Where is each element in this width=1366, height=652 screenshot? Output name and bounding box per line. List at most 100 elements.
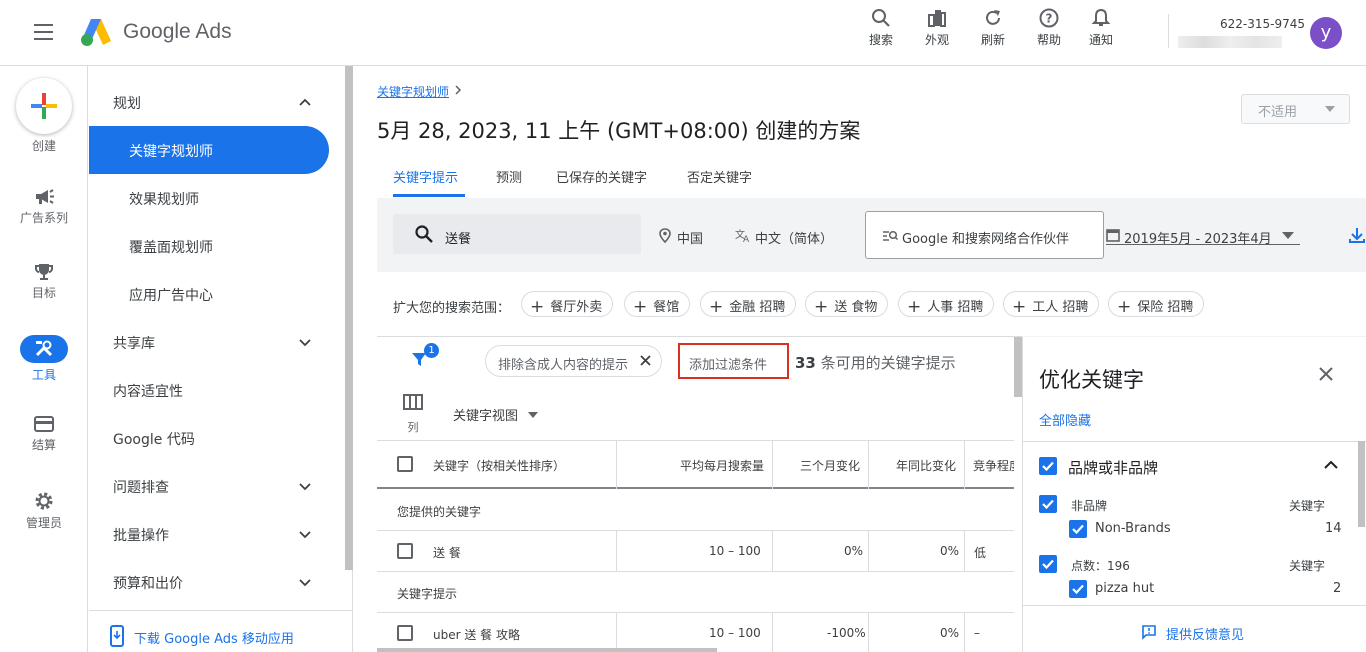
nav-item-reach-planner[interactable]: 覆盖面规划师 [129, 237, 213, 257]
main-vertical-scrollbar[interactable] [1014, 337, 1022, 397]
expand-chip[interactable]: + 餐厅外卖 [521, 291, 614, 317]
table-horizontal-scrollbar[interactable] [377, 648, 717, 652]
pizza-hut-checkbox[interactable] [1069, 580, 1087, 598]
breadcrumb[interactable]: 关键字规划师 [377, 83, 449, 100]
help-tool-button[interactable]: ? 帮助 [1027, 8, 1071, 48]
checkmark-icon [1072, 584, 1084, 595]
app-name: Google Ads [123, 20, 232, 43]
download-icon[interactable] [1348, 226, 1366, 244]
row-checkbox[interactable] [397, 543, 413, 559]
chevron-down-icon[interactable] [299, 337, 311, 349]
column-divider [772, 613, 773, 652]
trophy-icon [35, 264, 53, 280]
column-header-three-month-change[interactable]: 三个月变化 [800, 457, 860, 474]
exclude-adult-filter-chip[interactable]: 排除含成人内容的提示 [485, 345, 662, 377]
dropdown-arrow-icon [528, 412, 539, 418]
columns-button[interactable]: 列 [403, 394, 423, 435]
table-row[interactable] [377, 531, 1014, 572]
non-brands-item-label: Non-Brands [1095, 521, 1171, 536]
chevron-up-icon[interactable] [299, 96, 311, 108]
expand-chip[interactable]: + 人事 招聘 [898, 291, 995, 317]
rail-item-goals[interactable]: 目标 [0, 262, 88, 301]
send-feedback-link[interactable]: 提供反馈意见 [1166, 624, 1244, 643]
tab-keyword-ideas[interactable]: 关键字提示 [393, 167, 458, 186]
language-selector[interactable]: 中文（简体） [755, 228, 833, 247]
tab-negative-keywords[interactable]: 否定关键字 [687, 167, 752, 186]
hide-all-link[interactable]: 全部隐藏 [1039, 410, 1091, 429]
appearance-tool-button[interactable]: 外观 [915, 8, 959, 48]
non-brands-item-checkbox[interactable] [1069, 520, 1087, 538]
column-header-yoy-change[interactable]: 年同比变化 [896, 457, 956, 474]
close-icon[interactable] [640, 355, 651, 366]
refresh-tool-button[interactable]: 刷新 [971, 8, 1015, 48]
nav-section-budgets-bidding[interactable]: 预算和出价 [113, 573, 183, 593]
nav-section-bulk-actions[interactable]: 批量操作 [113, 525, 169, 545]
plus-icon: + [530, 297, 545, 317]
checkmark-icon [1042, 499, 1054, 510]
account-id[interactable]: 622-315-9745 [1220, 17, 1305, 31]
chevron-down-icon[interactable] [299, 529, 311, 541]
tab-saved-keywords[interactable]: 已保存的关键字 [556, 167, 647, 186]
search-value[interactable]: 送餐 [445, 228, 471, 247]
credit-card-icon [34, 416, 54, 432]
search-icon [415, 225, 433, 243]
feedback-icon [1142, 625, 1156, 640]
brand-group-checkbox[interactable] [1039, 457, 1057, 475]
nav-item-performance-planner[interactable]: 效果规划师 [129, 189, 199, 209]
location-selector[interactable]: 中国 [677, 228, 703, 247]
search-tool-button[interactable]: 搜索 [859, 8, 903, 48]
row-checkbox[interactable] [397, 625, 413, 641]
rail-item-tools[interactable]: 工具 [0, 339, 88, 383]
chevron-down-icon[interactable] [299, 577, 311, 589]
rail-label: 广告系列 [19, 211, 68, 225]
plan-status-select[interactable]: 不适用 [1241, 94, 1350, 124]
notifications-tool-button[interactable]: 通知 [1079, 8, 1123, 48]
rail-item-campaigns[interactable]: 广告系列 [0, 187, 88, 226]
google-ads-logo-icon [80, 17, 112, 47]
column-divider [616, 531, 617, 572]
rail-item-billing[interactable]: 结算 [0, 414, 88, 453]
rail-item-admin[interactable]: 管理员 [0, 490, 88, 531]
cell-keyword[interactable]: uber 送 餐 攻略 [433, 626, 520, 643]
divider [1022, 441, 1366, 442]
expand-chip[interactable]: + 保险 招聘 [1108, 291, 1205, 317]
nav-section-content-suitability[interactable]: 内容适宜性 [113, 381, 183, 401]
menu-icon[interactable] [34, 24, 53, 40]
gear-icon [35, 492, 53, 510]
refine-panel-scrollbar[interactable] [1358, 441, 1365, 527]
column-divider [964, 441, 965, 489]
nav-section-shared-library[interactable]: 共享库 [113, 333, 155, 353]
close-icon[interactable] [1318, 366, 1334, 382]
nav-item-keyword-planner[interactable]: 关键字规划师 [129, 141, 213, 161]
dropdown-arrow-icon[interactable] [1282, 232, 1294, 239]
add-filter-button[interactable]: 添加过滤条件 [678, 343, 789, 379]
location-pin-icon [659, 228, 671, 243]
nav-scrollbar[interactable] [345, 66, 353, 570]
expand-chip[interactable]: + 餐馆 [624, 291, 691, 317]
plus-icon: + [633, 297, 648, 317]
create-button[interactable] [16, 78, 72, 134]
expand-chip[interactable]: + 送 食物 [805, 291, 889, 317]
chevron-down-icon[interactable] [299, 481, 311, 493]
download-mobile-app-link[interactable]: 下载 Google Ads 移动应用 [134, 628, 294, 647]
select-all-checkbox[interactable] [397, 456, 413, 472]
nav-section-google-tag[interactable]: Google 代码 [113, 429, 195, 449]
chevron-up-icon[interactable] [1323, 460, 1339, 470]
keyword-view-selector[interactable]: 关键字视图 [453, 405, 539, 424]
points-group-checkbox[interactable] [1039, 555, 1057, 573]
column-header-avg-searches[interactable]: 平均每月搜索量 [680, 457, 764, 474]
nav-section-planning[interactable]: 规划 [113, 93, 141, 113]
expand-chip[interactable]: + 金融 招聘 [700, 291, 797, 317]
column-header-keyword[interactable]: 关键字（按相关性排序） [433, 457, 565, 474]
column-header-competition[interactable]: 竞争程度 [973, 457, 1014, 474]
nav-item-app-advertising-hub[interactable]: 应用广告中心 [129, 285, 213, 305]
non-brand-checkbox[interactable] [1039, 495, 1057, 513]
tab-forecast[interactable]: 预测 [496, 167, 522, 186]
rail-label-create[interactable]: 创建 [0, 137, 88, 154]
plus-icon [31, 93, 57, 119]
cell-competition: – [974, 626, 980, 640]
nav-section-troubleshooting[interactable]: 问题排查 [113, 477, 169, 497]
cell-keyword[interactable]: 送 餐 [433, 544, 461, 561]
expand-chip[interactable]: + 工人 招聘 [1003, 291, 1100, 317]
avatar[interactable]: y [1310, 17, 1342, 49]
